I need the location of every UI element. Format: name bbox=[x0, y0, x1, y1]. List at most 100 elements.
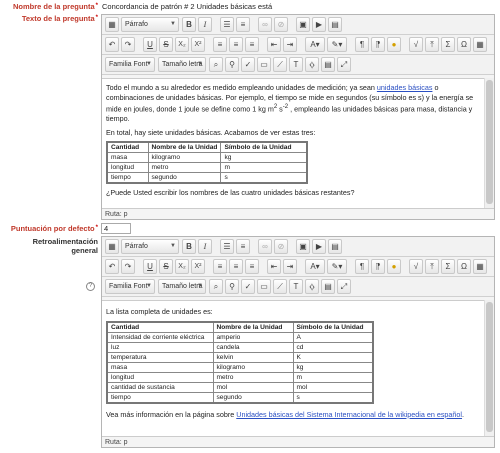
paragraph-format-select[interactable]: Párrafo ▼ bbox=[121, 239, 179, 254]
scrollbar[interactable] bbox=[484, 300, 494, 436]
code-icon[interactable]: ⧼⧽ bbox=[305, 279, 319, 294]
clear-formatting-icon[interactable]: T bbox=[289, 57, 303, 72]
general-feedback-content[interactable]: La lista completa de unidades es: Cantid… bbox=[102, 300, 484, 436]
strikethrough-button[interactable]: S bbox=[159, 259, 173, 274]
undo-icon[interactable]: ↶ bbox=[105, 37, 119, 52]
superscript-button[interactable]: X² bbox=[191, 259, 205, 274]
rtl-button[interactable]: ¶ bbox=[371, 37, 385, 52]
paste-text-icon[interactable]: ▭ bbox=[257, 57, 271, 72]
scrollbar[interactable] bbox=[484, 78, 494, 208]
font-color-button[interactable]: A▾ bbox=[305, 37, 325, 52]
background-color-icon[interactable]: ✎▾ bbox=[327, 37, 347, 52]
font-family-select[interactable]: Familia Font ▼ bbox=[105, 57, 155, 72]
equation-button[interactable]: √ bbox=[409, 37, 423, 52]
redo-icon[interactable]: ↷ bbox=[121, 37, 135, 52]
media-icon[interactable]: ▶ bbox=[312, 17, 326, 32]
clear-formatting-icon[interactable]: T bbox=[289, 279, 303, 294]
underline-button[interactable]: U bbox=[143, 259, 157, 274]
image-icon[interactable]: ▣ bbox=[296, 17, 310, 32]
spellcheck-icon[interactable]: ✓ bbox=[241, 279, 255, 294]
link-icon[interactable]: ∞ bbox=[258, 239, 272, 254]
html-icon[interactable]: ▤ bbox=[321, 279, 335, 294]
help-icon[interactable]: ● bbox=[387, 259, 401, 274]
table-icon[interactable]: ▦ bbox=[473, 259, 487, 274]
underline-button[interactable]: U bbox=[143, 37, 157, 52]
sum-icon[interactable]: Σ bbox=[441, 37, 455, 52]
bold-button[interactable]: B bbox=[182, 17, 196, 32]
subscript-button[interactable]: X₂ bbox=[175, 259, 189, 274]
align-right-icon[interactable]: ≡ bbox=[245, 37, 259, 52]
paste-text-icon[interactable]: ▭ bbox=[257, 279, 271, 294]
background-color-icon[interactable]: ✎▾ bbox=[327, 259, 347, 274]
upload-icon[interactable]: ⤒ bbox=[425, 37, 439, 52]
italic-button[interactable]: I bbox=[198, 17, 212, 32]
toolbar-toggle-icon[interactable]: ▦ bbox=[105, 17, 119, 32]
equation-button[interactable]: √ bbox=[409, 259, 423, 274]
media-icon[interactable]: ▶ bbox=[312, 239, 326, 254]
table-cell: amperio bbox=[212, 331, 294, 343]
spellcheck-icon[interactable]: ✓ bbox=[241, 57, 255, 72]
numbered-list-button[interactable]: ≡ bbox=[236, 17, 250, 32]
toolbar-toggle-icon[interactable]: ▦ bbox=[105, 239, 119, 254]
upload-icon[interactable]: ⤒ bbox=[425, 259, 439, 274]
help-icon[interactable]: ● bbox=[387, 37, 401, 52]
special-character-button[interactable]: Ω bbox=[457, 37, 471, 52]
question-text-content[interactable]: Todo el mundo a su alrededor es medido e… bbox=[102, 78, 484, 208]
rtl-button[interactable]: ¶ bbox=[371, 259, 385, 274]
unlink-icon[interactable]: ⊘ bbox=[274, 239, 288, 254]
fullscreen-icon[interactable]: ⤢ bbox=[337, 279, 351, 294]
font-size-select[interactable]: Tamaño letra ▼ bbox=[158, 279, 206, 294]
help-icon[interactable]: ? bbox=[86, 282, 95, 291]
bullet-list-button[interactable]: ☰ bbox=[220, 17, 234, 32]
table-row: Intensidad de corriente eléctrica amperio… bbox=[106, 331, 374, 343]
font-size-select[interactable]: Tamaño letra ▼ bbox=[158, 57, 206, 72]
ltr-button[interactable]: ¶ bbox=[355, 37, 369, 52]
clean-up-icon[interactable]: ⟋ bbox=[273, 279, 287, 294]
align-right-icon[interactable]: ≡ bbox=[245, 259, 259, 274]
font-color-button[interactable]: A▾ bbox=[305, 259, 325, 274]
italic-button[interactable]: I bbox=[198, 239, 212, 254]
ltr-button[interactable]: ¶ bbox=[355, 259, 369, 274]
link-icon[interactable]: ∞ bbox=[258, 17, 272, 32]
undo-icon[interactable]: ↶ bbox=[105, 259, 119, 274]
find-replace-icon[interactable]: ⚲ bbox=[225, 57, 239, 72]
superscript-button[interactable]: X² bbox=[191, 37, 205, 52]
table-icon[interactable]: ▦ bbox=[473, 37, 487, 52]
sum-icon[interactable]: Σ bbox=[441, 259, 455, 274]
question-name-input[interactable]: Concordancia de patrón # 2 Unidades bási… bbox=[102, 1, 494, 12]
bold-button[interactable]: B bbox=[182, 239, 196, 254]
subscript-button[interactable]: X₂ bbox=[175, 37, 189, 52]
basic-units-link[interactable]: unidades básicas bbox=[377, 83, 433, 92]
scrollbar-thumb[interactable] bbox=[486, 302, 493, 432]
bullet-list-button[interactable]: ☰ bbox=[220, 239, 234, 254]
align-center-icon[interactable]: ≡ bbox=[229, 259, 243, 274]
wikipedia-link[interactable]: Unidades básicas del Sistema Internacion… bbox=[236, 410, 462, 419]
align-left-icon[interactable]: ≡ bbox=[213, 37, 227, 52]
fullscreen-icon[interactable]: ⤢ bbox=[337, 57, 351, 72]
outdent-icon[interactable]: ⇤ bbox=[267, 37, 281, 52]
find-replace-icon[interactable]: ⚲ bbox=[225, 279, 239, 294]
file-icon[interactable]: ▤ bbox=[328, 239, 342, 254]
paragraph-format-select[interactable]: Párrafo ▼ bbox=[121, 17, 179, 32]
indent-icon[interactable]: ⇥ bbox=[283, 259, 297, 274]
code-icon[interactable]: ⧼⧽ bbox=[305, 57, 319, 72]
scrollbar-thumb[interactable] bbox=[486, 80, 493, 204]
clean-up-icon[interactable]: ⟋ bbox=[273, 57, 287, 72]
numbered-list-button[interactable]: ≡ bbox=[236, 239, 250, 254]
special-character-button[interactable]: Ω bbox=[457, 259, 471, 274]
html-icon[interactable]: ▤ bbox=[321, 57, 335, 72]
indent-icon[interactable]: ⇥ bbox=[283, 37, 297, 52]
align-center-icon[interactable]: ≡ bbox=[229, 37, 243, 52]
outdent-icon[interactable]: ⇤ bbox=[267, 259, 281, 274]
redo-icon[interactable]: ↷ bbox=[121, 259, 135, 274]
table-header: Cantidad bbox=[106, 141, 149, 154]
align-left-icon[interactable]: ≡ bbox=[213, 259, 227, 274]
file-icon[interactable]: ▤ bbox=[328, 17, 342, 32]
search-icon[interactable]: ⌕ bbox=[209, 57, 223, 72]
strikethrough-button[interactable]: S bbox=[159, 37, 173, 52]
default-score-input[interactable]: 4 bbox=[101, 223, 131, 234]
font-family-select[interactable]: Familia Font ▼ bbox=[105, 279, 155, 294]
unlink-icon[interactable]: ⊘ bbox=[274, 17, 288, 32]
image-icon[interactable]: ▣ bbox=[296, 239, 310, 254]
search-icon[interactable]: ⌕ bbox=[209, 279, 223, 294]
